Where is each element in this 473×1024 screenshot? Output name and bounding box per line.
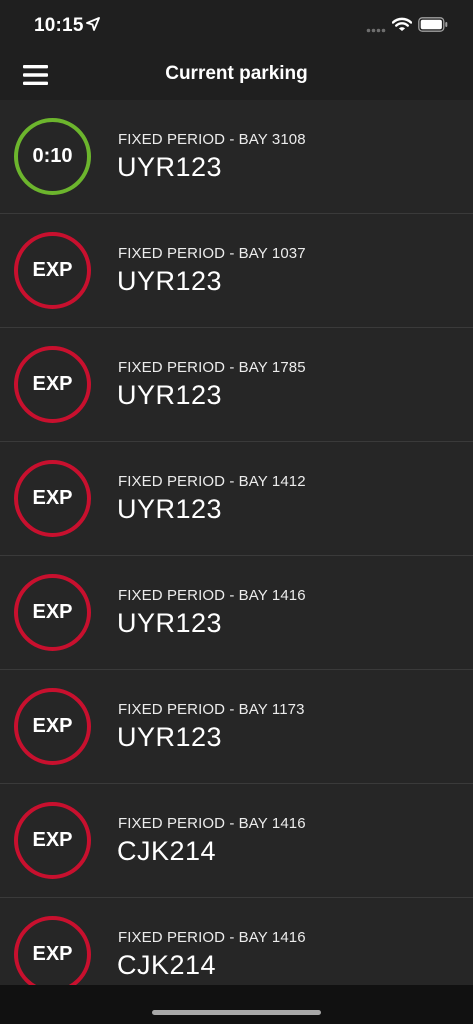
parking-session-row[interactable]: EXP FIXED PERIOD - BAY 1416 UYR123: [0, 556, 473, 670]
parking-session-row[interactable]: EXP FIXED PERIOD - BAY 1416 CJK214: [0, 898, 473, 985]
vehicle-plate: UYR123: [117, 266, 223, 296]
time-remaining-ring: 0:10: [14, 118, 91, 195]
home-indicator-area: [0, 985, 473, 1024]
vehicle-plate: UYR123: [117, 722, 223, 752]
session-type-bay: FIXED PERIOD - BAY 3108: [118, 131, 306, 148]
parking-session-row[interactable]: EXP FIXED PERIOD - BAY 1037 UYR123: [0, 214, 473, 328]
status-time: 10:15: [34, 15, 84, 36]
session-type-bay: FIXED PERIOD - BAY 1785: [118, 359, 306, 376]
expired-ring: EXP: [14, 802, 91, 879]
battery-icon: [418, 17, 448, 32]
session-type-bay: FIXED PERIOD - BAY 1037: [118, 245, 306, 262]
top-bar: 10:15 Current parking: [0, 0, 473, 100]
expired-ring: EXP: [14, 232, 91, 309]
wifi-icon: [392, 17, 412, 31]
session-type-bay: FIXED PERIOD - BAY 1412: [118, 473, 306, 490]
page-title: Current parking: [165, 63, 308, 84]
vehicle-plate: UYR123: [117, 380, 223, 410]
expired-ring: EXP: [14, 346, 91, 423]
parking-session-list: 0:10 FIXED PERIOD - BAY 3108 UYR123 EXP …: [0, 100, 473, 985]
parking-session-row[interactable]: EXP FIXED PERIOD - BAY 1412 UYR123: [0, 442, 473, 556]
parking-session-row[interactable]: EXP FIXED PERIOD - BAY 1416 CJK214: [0, 784, 473, 898]
parking-session-row[interactable]: 0:10 FIXED PERIOD - BAY 3108 UYR123: [0, 100, 473, 214]
parking-session-row[interactable]: EXP FIXED PERIOD - BAY 1785 UYR123: [0, 328, 473, 442]
expired-ring: EXP: [14, 916, 91, 985]
vehicle-plate: UYR123: [117, 152, 223, 182]
session-type-bay: FIXED PERIOD - BAY 1416: [118, 587, 306, 604]
vehicle-plate: UYR123: [117, 608, 223, 638]
session-type-bay: FIXED PERIOD - BAY 1416: [118, 815, 306, 832]
vehicle-plate: UYR123: [117, 494, 223, 524]
home-indicator[interactable]: [152, 1010, 321, 1015]
session-type-bay: FIXED PERIOD - BAY 1416: [118, 929, 306, 946]
session-type-bay: FIXED PERIOD - BAY 1173: [118, 701, 305, 718]
location-arrow-icon: [86, 17, 100, 31]
expired-ring: EXP: [14, 460, 91, 537]
expired-ring: EXP: [14, 574, 91, 651]
screen: 10:15 Current parking 0:10 FIXED PERIOD …: [0, 0, 473, 1024]
parking-session-row[interactable]: EXP FIXED PERIOD - BAY 1173 UYR123: [0, 670, 473, 784]
expired-ring: EXP: [14, 688, 91, 765]
vehicle-plate: CJK214: [117, 950, 217, 980]
cellular-signal-icon: [366, 28, 386, 33]
vehicle-plate: CJK214: [117, 836, 217, 866]
